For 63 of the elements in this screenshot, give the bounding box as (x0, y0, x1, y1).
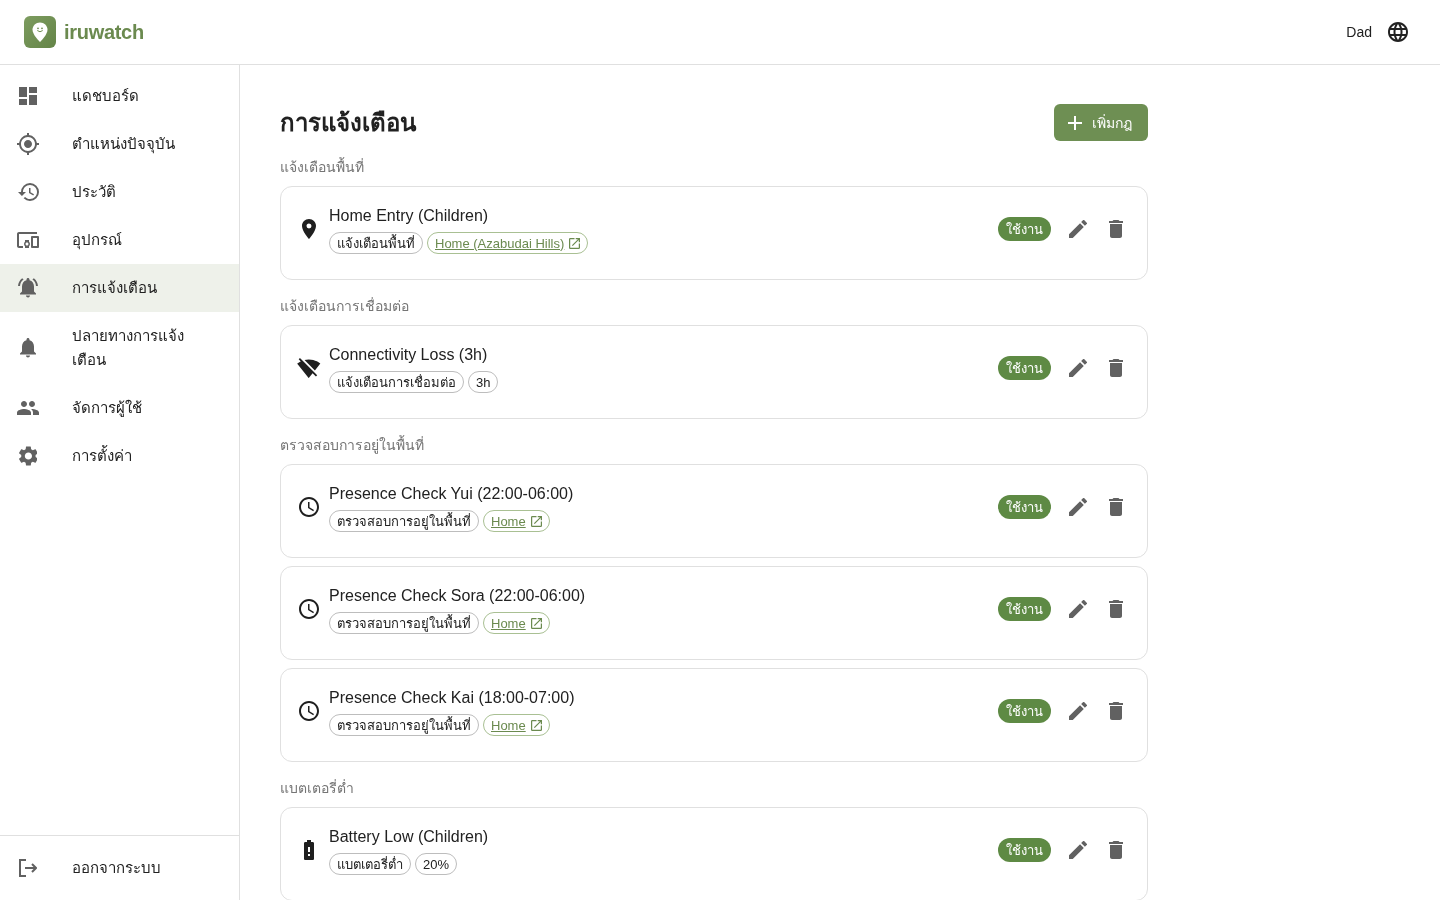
trash-icon (1109, 359, 1123, 377)
external-link-icon (530, 719, 542, 731)
clock-icon (299, 497, 319, 517)
nav-item[interactable]: ประวัติ (0, 168, 239, 216)
page-title: การแจ้งเตือน (280, 107, 416, 138)
rule-title: Presence Check Yui (22:00-06:00) (329, 484, 575, 504)
people-icon (17, 401, 39, 415)
trash-icon (1109, 600, 1123, 618)
trash-icon (1109, 498, 1123, 516)
history-icon (17, 183, 39, 201)
pencil-icon (1069, 702, 1087, 720)
status-badge: ใช้งาน (998, 838, 1051, 862)
nav-item[interactable]: จัดการผู้ใช้ (0, 384, 239, 432)
logout-icon (18, 859, 38, 877)
settings-icon (18, 446, 38, 466)
rule-title: Presence Check Kai (18:00-07:00) (329, 688, 576, 708)
pencil-icon (1069, 600, 1087, 618)
pencil-icon (1069, 498, 1087, 516)
add-rule-button[interactable]: เพิ่มกฎ (1054, 104, 1148, 141)
status-badge: ใช้งาน (998, 495, 1051, 519)
trash-icon (1109, 841, 1123, 859)
nav-item[interactable]: การแจ้งเตือน (0, 264, 239, 312)
logout-item[interactable]: ออกจากระบบ (0, 844, 239, 892)
section-heading: แจ้งเตือนพื้นที่ (280, 157, 365, 177)
brand-name: iruwatch (64, 20, 144, 44)
user-name: Dad (1346, 24, 1372, 40)
pencil-icon (1069, 841, 1087, 859)
status-badge: ใช้งาน (998, 217, 1051, 241)
status-badge: ใช้งาน (998, 699, 1051, 723)
pencil-icon (1069, 220, 1087, 238)
external-link-icon (530, 515, 542, 527)
external-link-icon (569, 237, 581, 249)
section-heading: แบตเตอรี่ต่ำ (280, 778, 355, 798)
rule-title: Battery Low (Children) (329, 827, 490, 847)
logo-icon (24, 16, 56, 48)
status-badge: ใช้งาน (998, 356, 1051, 380)
clock-icon (299, 701, 319, 721)
section-heading: แจ้งเตือนการเชื่อมต่อ (280, 296, 410, 316)
pin-icon (302, 219, 316, 239)
nav-item[interactable]: แดชบอร์ด (0, 72, 239, 120)
bell-ring-icon (18, 278, 38, 298)
pencil-icon (1069, 359, 1087, 377)
trash-icon (1109, 220, 1123, 238)
dashboard-icon (19, 87, 37, 105)
rule-title: Presence Check Sora (22:00-06:00) (329, 586, 587, 606)
clock-icon (299, 599, 319, 619)
globe-icon[interactable] (1388, 22, 1408, 42)
crosshair-icon (17, 133, 39, 155)
rule-title: Connectivity Loss (3h) (329, 345, 489, 365)
battery-alert-icon (304, 840, 314, 860)
wifi-off-icon (297, 357, 321, 379)
nav-item[interactable]: อุปกรณ์ (0, 216, 239, 264)
section-heading: ตรวจสอบการอยู่ในพื้นที่ (280, 435, 425, 455)
bell-icon (20, 338, 36, 358)
nav-item[interactable]: ปลายทางการแจ้งเตือน (0, 312, 239, 384)
nav-item[interactable]: ตำแหน่งปัจจุบัน (0, 120, 239, 168)
plus-icon (1068, 115, 1082, 130)
trash-icon (1109, 702, 1123, 720)
devices-icon (17, 232, 39, 248)
status-badge: ใช้งาน (998, 597, 1051, 621)
external-link-icon (530, 617, 542, 629)
rule-title: Home Entry (Children) (329, 206, 490, 226)
nav-item[interactable]: การตั้งค่า (0, 432, 239, 480)
